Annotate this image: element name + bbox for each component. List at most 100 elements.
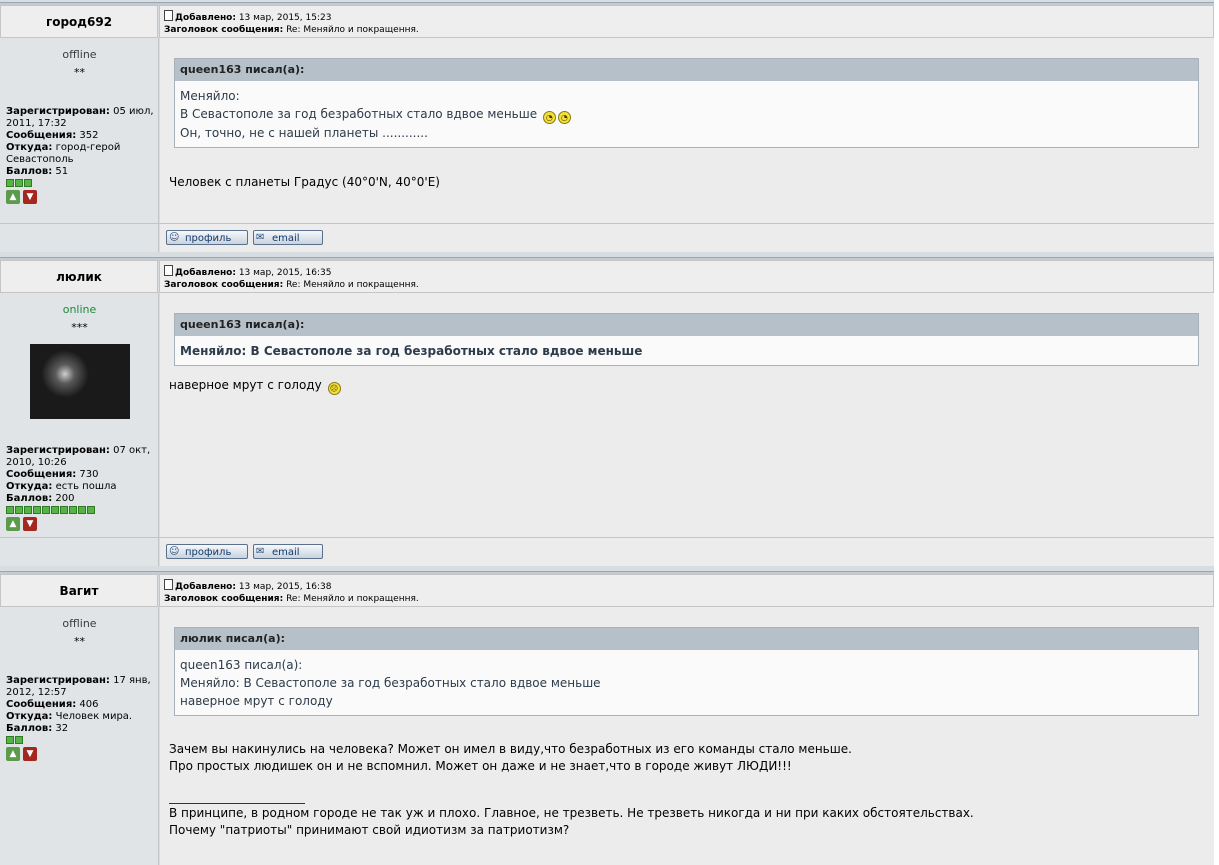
subject-label: Заголовок сообщения:: [164, 25, 284, 35]
reputation-pip: [15, 736, 23, 744]
post-author[interactable]: Вагит: [0, 574, 158, 607]
profile-button[interactable]: ☺ профиль: [166, 544, 248, 559]
profile-label: профиль: [185, 547, 232, 558]
vote-buttons: ▲ ▼: [6, 190, 37, 204]
reputation-pip: [78, 506, 86, 514]
thumbs-down-icon[interactable]: ▼: [23, 747, 37, 761]
reputation-pip: [24, 506, 32, 514]
post-body: queen163 писал(а): Меняйло: В Севастопол…: [160, 38, 1214, 223]
post-date: 13 мар, 2015, 16:38: [238, 582, 332, 592]
points-label: Баллов:: [6, 723, 53, 734]
from-label: Откуда:: [6, 142, 53, 153]
subject-label: Заголовок сообщения:: [164, 280, 284, 290]
document-icon[interactable]: [164, 10, 173, 21]
messages-count: 352: [79, 130, 99, 141]
signature-line: Почему "патриоты" принимают свой идиотиз…: [169, 823, 570, 837]
message-line: Зачем вы накинулись на человека? Может о…: [169, 742, 852, 756]
post-author[interactable]: город692: [0, 5, 158, 38]
rolleyes-smiley-icon: ◔: [557, 111, 571, 124]
points-value: 200: [55, 493, 75, 504]
avatar[interactable]: [30, 344, 130, 419]
reputation-pip: [42, 506, 50, 514]
reputation-pip: [6, 506, 14, 514]
post-subject: Re: Меняйло и покращення.: [286, 594, 419, 604]
messages-count: 406: [79, 699, 99, 710]
vote-buttons: ▲ ▼: [6, 747, 37, 761]
online-status: offline: [62, 48, 97, 61]
rank-stars: ***: [71, 321, 88, 334]
user-icon: ☺: [169, 546, 180, 557]
messages-label: Сообщения:: [6, 130, 77, 141]
date-label: Добавлено:: [175, 582, 236, 592]
reputation-pips: [6, 736, 23, 744]
post-header: Добавлено: 13 мар, 2015, 16:38 Заголовок…: [159, 574, 1214, 607]
reputation-pips: [6, 179, 32, 187]
reputation-pips: [6, 506, 95, 514]
reputation-pip: [60, 506, 68, 514]
message-text: Зачем вы накинулись на человека? Может о…: [169, 741, 1199, 775]
registered-label: Зарегистрирован:: [6, 675, 110, 686]
author-info: Зарегистрирован: 17 янв, 2012, 12:57 Соо…: [6, 675, 156, 735]
points-value: 32: [55, 723, 69, 734]
quote-content: Меняйло: В Севастополе за год безработны…: [175, 81, 1198, 147]
post-footer: ☺ профиль ✉ email: [160, 538, 1214, 566]
quote-block: queen163 писал(а): Меняйло: В Севастопол…: [174, 313, 1199, 366]
signature-divider: [169, 803, 305, 804]
profile-label: профиль: [185, 233, 232, 244]
footer-spacer: [0, 538, 159, 566]
post-author[interactable]: люлик: [0, 260, 158, 293]
author-panel: offline ** Зарегистрирован: 17 янв, 2012…: [0, 607, 159, 865]
rank-stars: **: [74, 66, 85, 79]
quote-content: Меняйло: В Севастополе за год безработны…: [175, 336, 1198, 365]
post-body: люлик писал(а): queen163 писал(а): Меняй…: [160, 607, 1214, 865]
post-subject: Re: Меняйло и покращення.: [286, 280, 419, 290]
message-text: наверное мрут с голоду ☹: [169, 377, 1199, 395]
points-value: 51: [55, 166, 69, 177]
date-label: Добавлено:: [175, 268, 236, 278]
thumbs-up-icon[interactable]: ▲: [6, 747, 20, 761]
reputation-pip: [15, 506, 23, 514]
reputation-pip: [24, 179, 32, 187]
thumbs-down-icon[interactable]: ▼: [23, 190, 37, 204]
messages-label: Сообщения:: [6, 699, 77, 710]
post-footer: ☺ профиль ✉ email: [160, 224, 1214, 252]
reputation-pip: [51, 506, 59, 514]
post-header: Добавлено: 13 мар, 2015, 15:23 Заголовок…: [159, 5, 1214, 38]
thumbs-up-icon[interactable]: ▲: [6, 517, 20, 531]
message-line: Про простых людишек он и не вспомнил. Мо…: [169, 759, 792, 773]
online-status: online: [62, 303, 97, 316]
thumbs-down-icon[interactable]: ▼: [23, 517, 37, 531]
envelope-icon: ✉: [256, 546, 265, 557]
quote-header: queen163 писал(а):: [175, 314, 1198, 336]
signature-line: В принципе, в родном городе не так уж и …: [169, 806, 974, 820]
online-status: offline: [62, 617, 97, 630]
from-label: Откуда:: [6, 711, 53, 722]
reputation-pip: [15, 179, 23, 187]
sad-smiley-icon: ☹: [327, 382, 341, 395]
reputation-pip: [87, 506, 95, 514]
author-location: Человек мира.: [55, 711, 133, 722]
quote-header: люлик писал(а):: [175, 628, 1198, 650]
thumbs-up-icon[interactable]: ▲: [6, 190, 20, 204]
email-button[interactable]: ✉ email: [253, 544, 323, 559]
document-icon[interactable]: [164, 579, 173, 590]
reputation-pip: [69, 506, 77, 514]
document-icon[interactable]: [164, 265, 173, 276]
quote-content: queen163 писал(а): Меняйло: В Севастопол…: [175, 650, 1198, 715]
reputation-pip: [6, 736, 14, 744]
reputation-pip: [33, 506, 41, 514]
quote-header: queen163 писал(а):: [175, 59, 1198, 81]
email-label: email: [272, 233, 300, 244]
post-subject: Re: Меняйло и покращення.: [286, 25, 419, 35]
points-label: Баллов:: [6, 493, 53, 504]
post-header: Добавлено: 13 мар, 2015, 16:35 Заголовок…: [159, 260, 1214, 293]
author-panel: offline ** Зарегистрирован: 05 июл, 2011…: [0, 38, 159, 223]
profile-button[interactable]: ☺ профиль: [166, 230, 248, 245]
rolleyes-smiley-icon: ◔: [542, 111, 556, 124]
message-text: Человек с планеты Градус (40°0'N, 40°0'E…: [169, 175, 440, 189]
author-info: Зарегистрирован: 05 июл, 2011, 17:32 Соо…: [6, 106, 156, 178]
messages-label: Сообщения:: [6, 469, 77, 480]
quote-block: люлик писал(а): queen163 писал(а): Меняй…: [174, 627, 1199, 716]
email-button[interactable]: ✉ email: [253, 230, 323, 245]
quote-line: Он, точно, не с нашей планеты ..........…: [180, 126, 428, 140]
